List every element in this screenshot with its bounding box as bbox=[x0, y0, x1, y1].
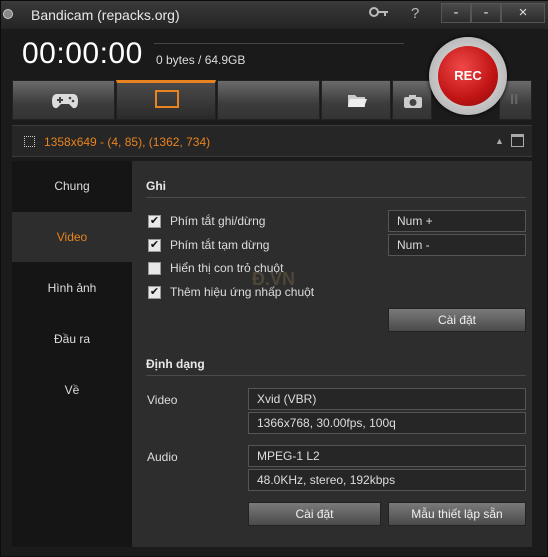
sidebar-item-video[interactable]: Video bbox=[12, 212, 132, 262]
key-icon[interactable] bbox=[369, 5, 389, 23]
sidebar-item-output[interactable]: Đầu ra bbox=[12, 314, 132, 364]
divider bbox=[146, 375, 526, 376]
rec-button[interactable]: REC bbox=[429, 37, 507, 115]
record-hotkey-field[interactable]: Num + bbox=[388, 210, 526, 232]
collapse-arrow-icon[interactable]: ▲ bbox=[495, 136, 504, 146]
size-progress-bar bbox=[154, 43, 404, 49]
recording-timer: 00:00:00 bbox=[22, 37, 143, 70]
audio-codec-field: MPEG-1 L2 bbox=[248, 445, 526, 467]
record-settings-button[interactable]: Cài đặt bbox=[388, 308, 526, 332]
video-details-field: 1366x768, 30.00fps, 100q bbox=[248, 412, 526, 434]
audio-label: Audio bbox=[147, 450, 178, 464]
sidebar-item-image[interactable]: Hình ảnh bbox=[12, 263, 132, 313]
capture-region-bar: 1358x649 - (4, 85), (1362, 734) ▲ bbox=[12, 125, 532, 157]
rec-label: REC bbox=[438, 46, 498, 106]
format-section-title: Định dạng bbox=[146, 357, 205, 371]
device-mode-button[interactable] bbox=[217, 80, 320, 120]
help-icon[interactable]: ? bbox=[411, 5, 419, 22]
window-title: Bandicam (repacks.org) bbox=[31, 7, 180, 23]
gamepad-icon bbox=[52, 94, 78, 109]
video-codec-field: Xvid (VBR) bbox=[248, 388, 526, 410]
bandicam-logo-icon bbox=[3, 9, 13, 19]
restore-button[interactable]: - bbox=[471, 3, 501, 23]
video-label: Video bbox=[147, 393, 178, 407]
pause-hotkey-field[interactable]: Num - bbox=[388, 234, 526, 256]
sidebar-item-general[interactable]: Chung bbox=[12, 161, 132, 211]
checkbox[interactable]: ✔ bbox=[148, 215, 161, 228]
settings-sidebar: Chung Video Hình ảnh Đầu ra Về bbox=[12, 161, 132, 547]
screen-rect-mode-button[interactable] bbox=[116, 80, 216, 120]
pause-icon: II bbox=[510, 91, 519, 108]
format-settings-button[interactable]: Cài đặt bbox=[248, 502, 381, 526]
bandicam-window: Bandicam (repacks.org) ? - - × 00:00:00 … bbox=[0, 0, 548, 557]
audio-details-field: 48.0KHz, stereo, 192kbps bbox=[248, 469, 526, 491]
selection-icon[interactable] bbox=[24, 136, 35, 147]
open-folder-button[interactable] bbox=[321, 80, 391, 120]
checkbox[interactable]: ✔ bbox=[148, 286, 161, 299]
sidebar-item-about[interactable]: Về bbox=[12, 365, 132, 415]
capture-region-text: 1358x649 - (4, 85), (1362, 734) bbox=[44, 135, 211, 149]
camera-icon bbox=[404, 95, 422, 108]
screen-rectangle-icon bbox=[155, 90, 179, 108]
title-bar[interactable]: Bandicam (repacks.org) ? - - × bbox=[1, 1, 548, 29]
screenshot-button[interactable] bbox=[392, 80, 432, 120]
watermark-logo: Đ.VN bbox=[252, 269, 296, 289]
file-size-readout: 0 bytes / 64.9GB bbox=[156, 53, 246, 67]
record-section-title: Ghi bbox=[146, 179, 166, 193]
option-label: Phím tắt tạm dừng bbox=[170, 238, 270, 252]
checkbox[interactable]: ✔ bbox=[148, 239, 161, 252]
divider bbox=[146, 197, 526, 198]
minimize-button[interactable]: - bbox=[441, 3, 471, 23]
game-mode-button[interactable] bbox=[12, 80, 115, 120]
presets-button[interactable]: Mẫu thiết lập sẵn bbox=[388, 502, 526, 526]
folder-icon bbox=[348, 95, 367, 107]
close-button[interactable]: × bbox=[501, 3, 545, 23]
video-settings-panel: Ghi ✔ Phím tắt ghi/dừng ✔ Phím tắt tạm d… bbox=[132, 161, 532, 547]
option-label: Phím tắt ghi/dừng bbox=[170, 214, 266, 228]
checkbox[interactable] bbox=[148, 262, 161, 275]
window-mode-icon[interactable] bbox=[511, 134, 524, 147]
